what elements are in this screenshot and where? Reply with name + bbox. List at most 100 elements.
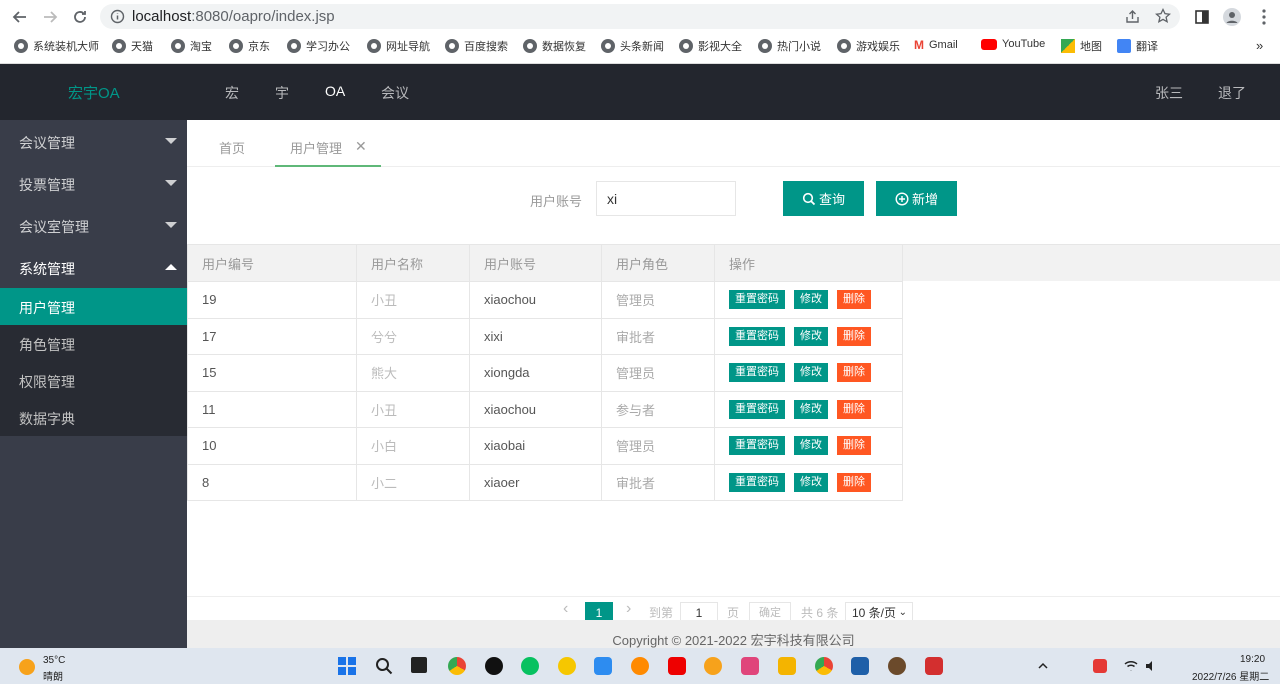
add-button[interactable]: 新增 <box>876 181 957 216</box>
chrome-icon[interactable] <box>815 657 833 675</box>
prev-page-icon[interactable]: ‹ <box>563 600 568 618</box>
sidepanel-icon[interactable] <box>1190 5 1214 29</box>
bookmark-item[interactable]: 影视大全 <box>679 38 742 54</box>
topnav-item-oa[interactable]: OA <box>325 83 345 99</box>
bookmark-maps[interactable]: 地图 <box>1061 38 1102 54</box>
delete-button[interactable]: 删除 <box>837 472 871 492</box>
bookmark-item[interactable]: 系统装机大师 <box>14 38 99 54</box>
wifi-icon[interactable] <box>1124 659 1138 673</box>
reset-password-button[interactable]: 重置密码 <box>729 436 785 456</box>
intellij-icon[interactable] <box>741 657 759 675</box>
sidebar-group-label: 系统管理 <box>19 261 75 277</box>
clock-date[interactable]: 2022/7/26 星期二 <box>1192 668 1269 683</box>
sidebar-item-dictionary[interactable]: 数据字典 <box>0 399 187 436</box>
clock-time[interactable]: 19:20 <box>1240 654 1265 665</box>
reset-password-button[interactable]: 重置密码 <box>729 472 785 492</box>
qq-icon[interactable] <box>485 657 503 675</box>
app-logo[interactable]: 宏宇OA <box>68 82 120 103</box>
sidebar-group-vote[interactable]: 投票管理 <box>0 162 187 204</box>
sun-icon[interactable] <box>19 659 35 675</box>
bookmark-item[interactable]: 数据恢复 <box>523 38 586 54</box>
edit-button[interactable]: 修改 <box>794 363 828 383</box>
query-button[interactable]: 查询 <box>783 181 864 216</box>
delete-button[interactable]: 删除 <box>837 290 871 310</box>
menu-dots-icon[interactable] <box>1252 5 1276 29</box>
delete-button[interactable]: 删除 <box>837 399 871 419</box>
sidebar-group-system[interactable]: 系统管理 <box>0 246 187 288</box>
share-icon[interactable] <box>1125 9 1140 24</box>
sidebar-item-users[interactable]: 用户管理 <box>0 288 187 325</box>
app-icon[interactable] <box>888 657 906 675</box>
wps-icon[interactable] <box>925 657 943 675</box>
edit-button[interactable]: 修改 <box>794 326 828 346</box>
delete-button[interactable]: 删除 <box>837 363 871 383</box>
bookmark-item[interactable]: 天猫 <box>112 38 153 54</box>
app-icon[interactable] <box>558 657 576 675</box>
volume-icon[interactable] <box>1144 659 1158 673</box>
sidebar-group-meeting[interactable]: 会议管理 <box>0 120 187 162</box>
edit-button[interactable]: 修改 <box>794 472 828 492</box>
back-icon[interactable] <box>8 5 32 29</box>
info-icon[interactable] <box>110 9 125 24</box>
app-icon[interactable] <box>594 657 612 675</box>
sidebar-item-permissions[interactable]: 权限管理 <box>0 362 187 399</box>
bookmarks-more[interactable]: » <box>1256 38 1263 53</box>
bookmark-item[interactable]: 学习办公 <box>287 38 350 54</box>
cell-id: 15 <box>187 354 357 392</box>
profile-avatar[interactable] <box>1220 5 1244 29</box>
sogou-icon[interactable] <box>1093 659 1107 673</box>
reload-icon[interactable] <box>68 5 92 29</box>
tab-user-management[interactable]: 用户管理 ✕ <box>275 120 381 167</box>
bookmark-gmail[interactable]: M Gmail <box>914 38 958 52</box>
forward-icon[interactable] <box>38 5 62 29</box>
bookmark-item[interactable]: 京东 <box>229 38 270 54</box>
reset-password-button[interactable]: 重置密码 <box>729 290 785 310</box>
bookmark-item[interactable]: 淘宝 <box>171 38 212 54</box>
bookmark-item[interactable]: 游戏娱乐 <box>837 38 900 54</box>
app-icon[interactable] <box>668 657 686 675</box>
star-icon[interactable] <box>1155 8 1171 24</box>
search-icon <box>802 192 816 206</box>
edit-button[interactable]: 修改 <box>794 399 828 419</box>
chrome-icon[interactable] <box>448 657 466 675</box>
reset-password-button[interactable]: 重置密码 <box>729 326 785 346</box>
reset-password-button[interactable]: 重置密码 <box>729 363 785 383</box>
edit-button[interactable]: 修改 <box>794 290 828 310</box>
account-search-input[interactable] <box>596 181 736 216</box>
sidebar-item-label: 权限管理 <box>19 374 75 390</box>
topnav-item[interactable]: 宏 <box>225 83 239 103</box>
current-user[interactable]: 张三 <box>1155 83 1183 103</box>
folder-icon[interactable] <box>778 657 796 675</box>
bookmark-youtube[interactable]: YouTube <box>981 38 1045 50</box>
bookmark-item[interactable]: 网址导航 <box>367 38 430 54</box>
app-icon[interactable] <box>704 657 722 675</box>
app-icon[interactable] <box>631 657 649 675</box>
users-table: 用户编号 用户名称 用户账号 用户角色 操作 19 小丑 xiaochou 管理… <box>187 244 903 501</box>
sidebar-item-label: 数据字典 <box>19 411 75 427</box>
close-icon[interactable]: ✕ <box>355 138 367 155</box>
task-view-icon[interactable] <box>411 657 427 673</box>
edit-button[interactable]: 修改 <box>794 436 828 456</box>
topnav-item[interactable]: 宇 <box>275 83 289 103</box>
notepad-icon[interactable] <box>851 657 869 675</box>
wechat-icon[interactable] <box>521 657 539 675</box>
delete-button[interactable]: 删除 <box>837 326 871 346</box>
sidebar-group-room[interactable]: 会议室管理 <box>0 204 187 246</box>
bookmark-item[interactable]: 头条新闻 <box>601 38 664 54</box>
reset-password-button[interactable]: 重置密码 <box>729 399 785 419</box>
sidebar-item-roles[interactable]: 角色管理 <box>0 325 187 362</box>
globe-icon <box>758 39 772 53</box>
tab-home[interactable]: 首页 <box>219 138 245 157</box>
windows-start-icon[interactable] <box>338 657 356 675</box>
address-bar[interactable]: localhost:8080/oapro/index.jsp <box>100 4 1180 29</box>
chevron-up-icon[interactable] <box>1037 660 1049 672</box>
bookmark-item[interactable]: 热门小说 <box>758 38 821 54</box>
logout-link[interactable]: 退了 <box>1218 83 1246 103</box>
next-page-icon[interactable]: › <box>626 600 631 618</box>
main-content: 首页 用户管理 ✕ 用户账号 查询 新增 用户编号 用户名称 用户账号 用户角色… <box>187 120 1280 648</box>
delete-button[interactable]: 删除 <box>837 436 871 456</box>
bookmark-item[interactable]: 百度搜索 <box>445 38 508 54</box>
search-icon[interactable] <box>375 657 393 675</box>
bookmark-translate[interactable]: 翻译 <box>1117 38 1158 54</box>
topnav-item-meeting[interactable]: 会议 <box>381 83 409 103</box>
